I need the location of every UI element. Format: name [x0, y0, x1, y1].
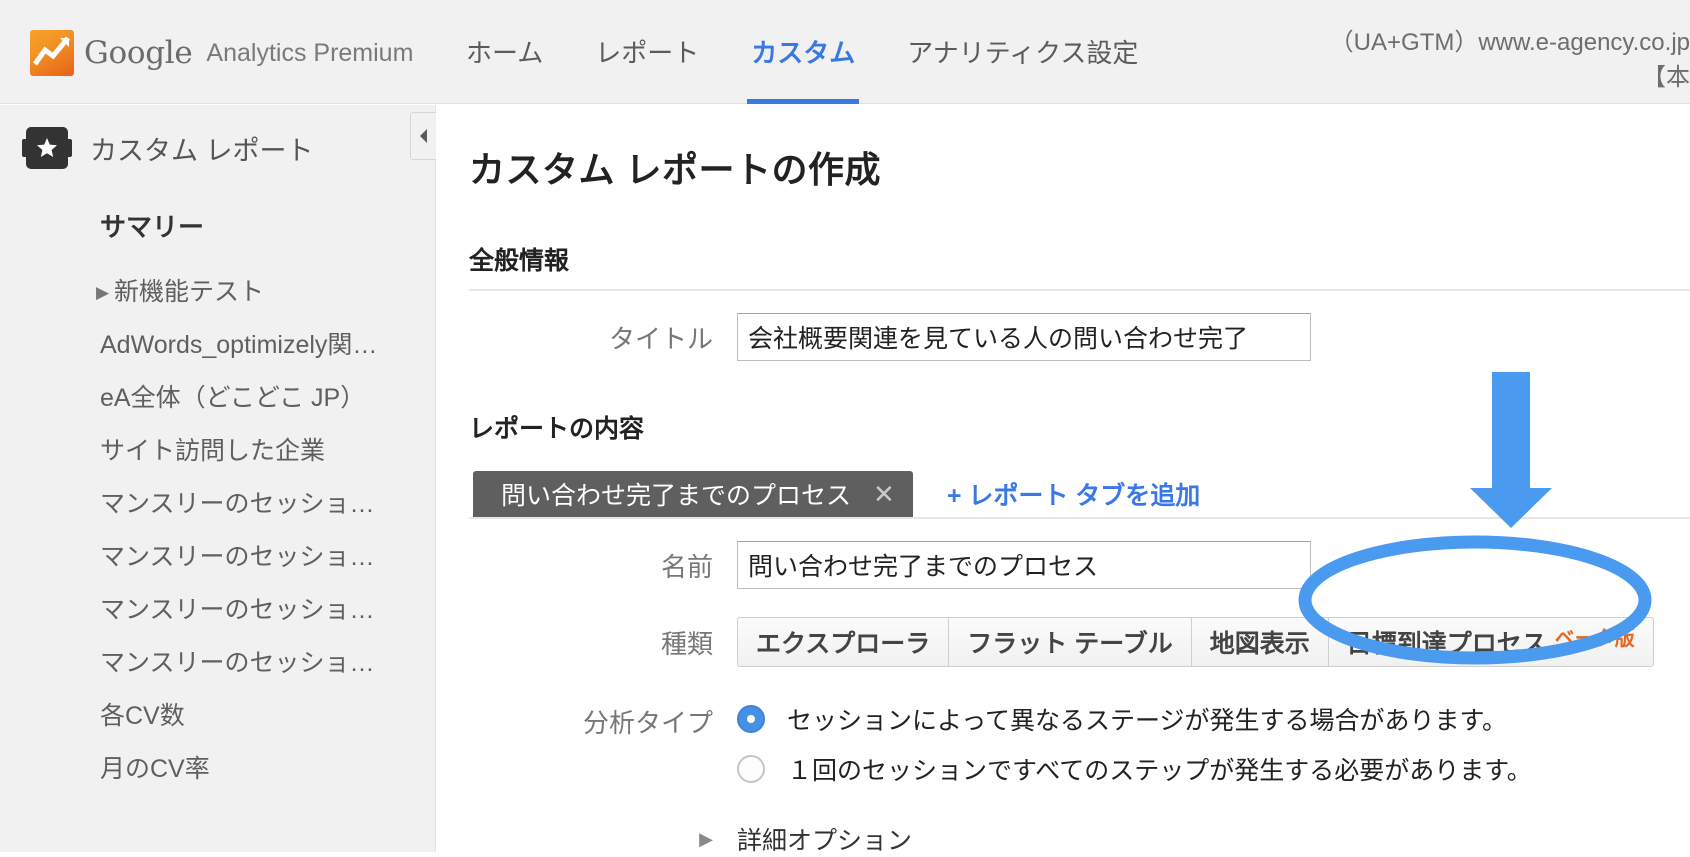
- report-content-heading: レポートの内容: [469, 415, 645, 443]
- report-type-button-group: エクスプローラ フラット テーブル 地図表示 目標到達プロセス ベータ版: [737, 617, 1654, 667]
- custom-report-star-icon: [22, 127, 72, 169]
- name-field-row: 名前: [469, 541, 1690, 589]
- close-icon[interactable]: ✕: [873, 481, 895, 507]
- tabs-underline: [469, 517, 1690, 519]
- analysis-option-open-funnel[interactable]: セッションによって異なるステージが発生する場合があります。: [737, 701, 1532, 737]
- radio-closed-funnel[interactable]: [737, 755, 765, 783]
- title-field-row: タイトル: [469, 313, 1690, 361]
- nav-item-reports[interactable]: レポート: [569, 0, 725, 104]
- main-content: カスタム レポートの作成 全般情報 タイトル レポートの内容 問い合わせ完了まで…: [437, 105, 1690, 855]
- analysis-option-label: セッションによって異なるステージが発生する場合があります。: [787, 707, 1508, 735]
- logo-wordmark: Google: [84, 34, 193, 71]
- page-title: カスタム レポートの作成: [469, 149, 882, 190]
- account-view-name: 【本: [1642, 63, 1690, 91]
- sidebar-title: カスタム レポート: [90, 135, 314, 166]
- sidebar-item-9[interactable]: 月のCV率: [0, 743, 435, 796]
- nav-item-home[interactable]: ホーム: [440, 0, 569, 104]
- nav-item-admin[interactable]: アナリティクス設定: [881, 0, 1164, 104]
- top-bar: Google Analytics Premium ホーム レポート カスタム ア…: [0, 0, 1690, 104]
- type-button-flat-table[interactable]: フラット テーブル: [948, 617, 1191, 667]
- analytics-logo-icon: [30, 30, 74, 76]
- type-button-map-overlay[interactable]: 地図表示: [1190, 617, 1328, 667]
- sidebar-item-0[interactable]: ▶ 新機能テスト: [0, 266, 435, 319]
- report-tab-label: 問い合わせ完了までのプロセス: [501, 482, 852, 510]
- type-button-explorer[interactable]: エクスプローラ: [737, 617, 949, 667]
- primary-nav: ホーム レポート カスタム アナリティクス設定: [440, 0, 1164, 104]
- sidebar-item-5[interactable]: マンスリーのセッショ…: [0, 531, 435, 584]
- analysis-option-closed-funnel[interactable]: １回のセッションですべてのステップが発生する必要があります。: [737, 751, 1532, 787]
- report-tabs-row: 問い合わせ完了までのプロセス ✕ + レポート タブを追加: [469, 471, 1690, 517]
- sidebar-report-list: ▶ 新機能テスト AdWords_optimizely関… eA全体（どこどこ …: [0, 266, 435, 796]
- report-name-input[interactable]: [737, 541, 1311, 589]
- divider: [469, 289, 1690, 291]
- analysis-type-row: 分析タイプ セッションによって異なるステージが発生する場合があります。 １回のセ…: [469, 701, 1690, 787]
- add-report-tab-button[interactable]: + レポート タブを追加: [947, 476, 1201, 512]
- sidebar-header: カスタム レポート: [0, 105, 435, 169]
- type-field-row: 種類 エクスプローラ フラット テーブル 地図表示 目標到達プロセス ベータ版: [469, 617, 1690, 667]
- chevron-left-icon: [419, 129, 427, 143]
- radio-open-funnel[interactable]: [737, 705, 765, 733]
- sidebar-item-8[interactable]: 各CV数: [0, 690, 435, 743]
- sidebar-summary-label[interactable]: サマリー: [0, 169, 435, 244]
- account-property-name: （UA+GTM）www.e-agency.co.jp: [1329, 29, 1690, 56]
- sidebar-collapse-button[interactable]: [410, 112, 436, 160]
- type-button-funnel[interactable]: 目標到達プロセス ベータ版: [1327, 617, 1654, 667]
- title-field-label: タイトル: [608, 323, 713, 354]
- chevron-right-icon: ▶: [96, 283, 110, 302]
- sidebar-item-2[interactable]: eA全体（どこどこ JP）: [0, 372, 435, 425]
- analysis-type-options: セッションによって異なるステージが発生する場合があります。 １回のセッションです…: [737, 701, 1532, 787]
- type-button-funnel-label: 目標到達プロセス: [1346, 630, 1547, 658]
- name-field-label: 名前: [660, 551, 713, 582]
- google-analytics-logo[interactable]: Google Analytics Premium: [30, 30, 413, 76]
- report-title-input[interactable]: [737, 313, 1311, 361]
- nav-item-custom[interactable]: カスタム: [725, 0, 881, 104]
- beta-badge: ベータ版: [1554, 628, 1635, 650]
- sidebar-item-1[interactable]: AdWords_optimizely関…: [0, 319, 435, 372]
- type-field-label: 種類: [660, 628, 713, 659]
- chevron-right-icon: ▶: [699, 828, 713, 849]
- analysis-type-label: 分析タイプ: [582, 708, 713, 738]
- sidebar-item-4[interactable]: マンスリーのセッショ…: [0, 478, 435, 531]
- sidebar: カスタム レポート サマリー ▶ 新機能テスト AdWords_optimize…: [0, 105, 436, 852]
- sidebar-item-label: 新機能テスト: [114, 278, 265, 306]
- account-selector[interactable]: （UA+GTM）www.e-agency.co.jp 【本: [1330, 26, 1690, 96]
- report-tab-active[interactable]: 問い合わせ完了までのプロセス ✕: [473, 471, 913, 517]
- sidebar-item-6[interactable]: マンスリーのセッショ…: [0, 584, 435, 637]
- sidebar-item-7[interactable]: マンスリーのセッショ…: [0, 637, 435, 690]
- sidebar-item-3[interactable]: サイト訪問した企業: [0, 425, 435, 478]
- general-info-heading: 全般情報: [469, 247, 570, 275]
- logo-product-name: Analytics Premium: [206, 38, 414, 67]
- analysis-option-label: １回のセッションですべてのステップが発生する必要があります。: [787, 757, 1532, 785]
